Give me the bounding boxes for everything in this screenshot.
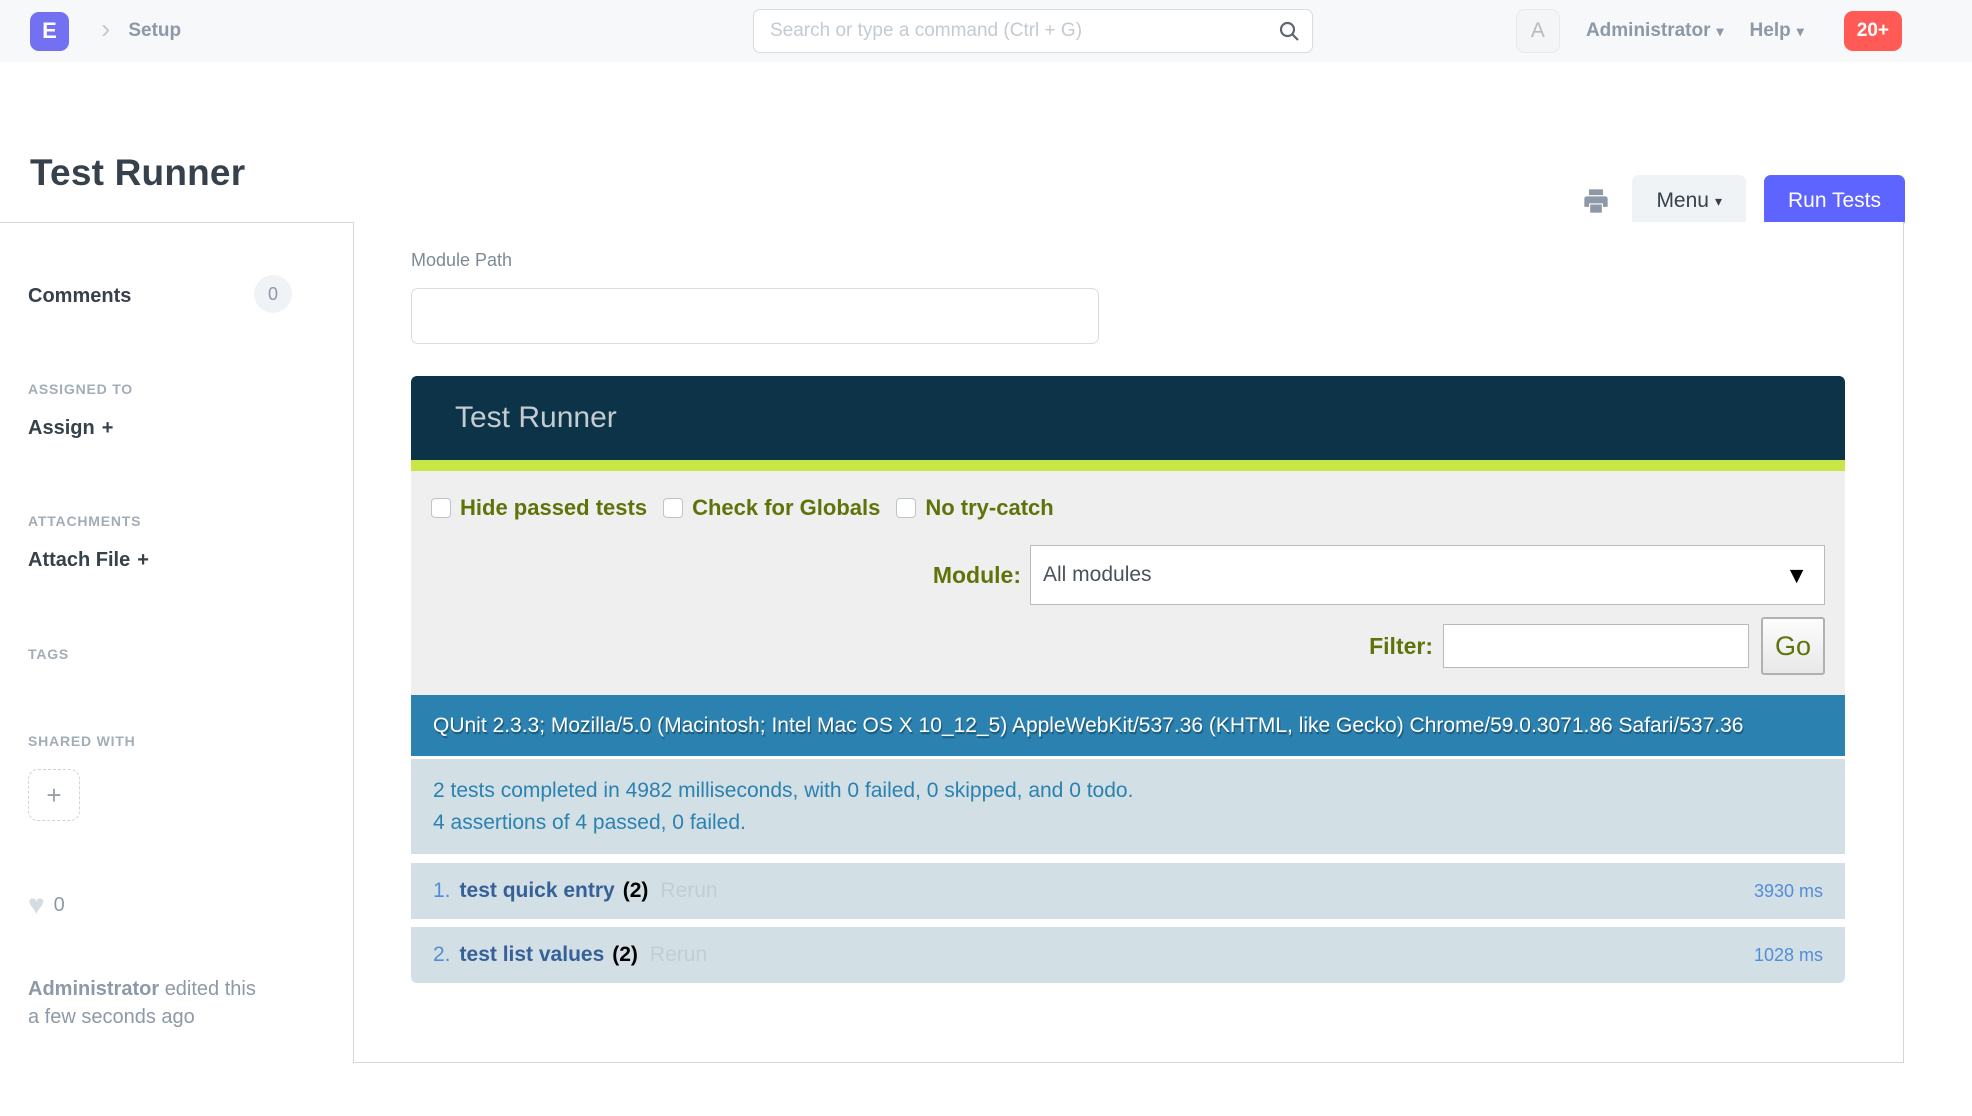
test-row: 2. test list values (2) Rerun 1028 ms: [411, 927, 1845, 983]
print-icon[interactable]: [1578, 183, 1614, 219]
modified-time: a few seconds ago: [28, 1003, 278, 1031]
qunit-filter-row: Filter: Go: [431, 617, 1825, 675]
plus-icon: +: [102, 417, 114, 439]
like-row: ♥ 0: [28, 891, 65, 919]
test-row: 1. test quick entry (2) Rerun 3930 ms: [411, 863, 1845, 919]
modified-by-text: Administrator edited this a few seconds …: [28, 975, 278, 1032]
checkbox-label: Hide passed tests: [460, 495, 647, 521]
shared-with-heading: SHARED WITH: [28, 733, 136, 749]
check-for-globals-checkbox[interactable]: Check for Globals: [663, 495, 880, 521]
qunit-toolbar: Hide passed tests Check for Globals No t…: [411, 471, 1845, 695]
modified-by-user: Administrator: [28, 978, 159, 1000]
user-menu-label: Administrator: [1586, 20, 1711, 41]
filter-input[interactable]: [1443, 624, 1749, 668]
help-menu[interactable]: Help ▾: [1750, 20, 1804, 42]
app-logo[interactable]: E: [30, 12, 69, 51]
test-runtime: 1028 ms: [1754, 945, 1823, 966]
filter-label: Filter:: [1369, 633, 1433, 660]
checkbox[interactable]: [431, 498, 451, 518]
avatar[interactable]: A: [1516, 9, 1560, 53]
chevron-down-icon: ▾: [1715, 193, 1722, 210]
qunit-module-row: Module: All modules ▼: [431, 545, 1825, 605]
test-counts: (2): [612, 943, 638, 967]
module-path-input[interactable]: [411, 288, 1099, 344]
hide-passed-tests-checkbox[interactable]: Hide passed tests: [431, 495, 647, 521]
run-tests-button[interactable]: Run Tests: [1764, 175, 1905, 227]
assign-button[interactable]: Assign +: [28, 417, 113, 440]
global-search: [753, 9, 1313, 53]
qunit-panel: Test Runner Hide passed tests Check for …: [411, 376, 1845, 983]
page-actions: Menu ▾ Run Tests: [1578, 175, 1905, 227]
tags-heading: TAGS: [28, 646, 69, 662]
qunit-pass-banner: [411, 460, 1845, 471]
add-share-button[interactable]: +: [28, 769, 80, 821]
test-name[interactable]: test quick entry: [460, 879, 615, 903]
test-runtime: 3930 ms: [1754, 881, 1823, 902]
module-select[interactable]: All modules ▼: [1030, 545, 1825, 605]
qunit-tests: 1. test quick entry (2) Rerun 3930 ms 2.…: [411, 863, 1845, 983]
plus-icon: +: [137, 549, 149, 571]
breadcrumb[interactable]: Setup: [128, 20, 181, 42]
qunit-useragent: QUnit 2.3.3; Mozilla/5.0 (Macintosh; Int…: [411, 695, 1845, 756]
heart-icon[interactable]: ♥: [28, 891, 45, 919]
top-navbar: E › Setup A Administrator ▾ Help ▾ 20+: [0, 0, 1972, 63]
checkbox-label: No try-catch: [925, 495, 1053, 521]
module-label: Module:: [933, 562, 1021, 589]
user-menu[interactable]: Administrator ▾: [1586, 20, 1724, 42]
modified-action: edited this: [165, 978, 256, 1000]
attach-file-button[interactable]: Attach File +: [28, 549, 149, 572]
checkbox[interactable]: [663, 498, 683, 518]
attachments-heading: ATTACHMENTS: [28, 513, 141, 529]
test-counts: (2): [623, 879, 649, 903]
search-input[interactable]: [753, 9, 1313, 53]
checkbox[interactable]: [896, 498, 916, 518]
rerun-link[interactable]: Rerun: [650, 943, 707, 967]
test-index: 1.: [433, 879, 451, 903]
page-header: Test Runner Menu▾ Run Tests: [0, 62, 1972, 222]
module-select-value: All modules: [1031, 563, 1785, 587]
form-sidebar: Comments 0 ASSIGNED TO Assign + ATTACHMEN…: [0, 222, 353, 1116]
chevron-down-icon: ▾: [1717, 23, 1724, 39]
attach-file-label: Attach File: [28, 549, 130, 571]
go-button[interactable]: Go: [1761, 617, 1825, 675]
menu-button-label: Menu: [1656, 189, 1709, 213]
comments-count-badge: 0: [254, 275, 292, 313]
checkbox-label: Check for Globals: [692, 495, 880, 521]
breadcrumb-chevron-icon: ›: [101, 15, 110, 43]
select-arrow-icon: ▼: [1785, 562, 1824, 589]
search-icon: [1277, 19, 1301, 48]
app-window: E › Setup A Administrator ▾ Help ▾ 20+: [0, 0, 1972, 1116]
test-name[interactable]: test list values: [460, 943, 605, 967]
assign-label: Assign: [28, 417, 95, 439]
sidebar-item-comments[interactable]: Comments: [28, 285, 131, 308]
page-title: Test Runner: [30, 152, 245, 194]
qunit-testresult-line1: 2 tests completed in 4982 milliseconds, …: [433, 775, 1823, 807]
qunit-testresult: 2 tests completed in 4982 milliseconds, …: [411, 759, 1845, 854]
chevron-down-icon: ▾: [1797, 23, 1804, 39]
navbar-right: A Administrator ▾ Help ▾ 20+: [1516, 0, 1902, 62]
no-try-catch-checkbox[interactable]: No try-catch: [896, 495, 1053, 521]
test-index: 2.: [433, 943, 451, 967]
qunit-testresult-line2: 4 assertions of 4 passed, 0 failed.: [433, 807, 1823, 839]
menu-button[interactable]: Menu ▾: [1632, 175, 1746, 227]
like-count: 0: [54, 894, 65, 917]
notifications-badge[interactable]: 20+: [1844, 11, 1902, 51]
module-path-label: Module Path: [411, 250, 512, 271]
rerun-link[interactable]: Rerun: [660, 879, 717, 903]
help-menu-label: Help: [1750, 20, 1791, 41]
qunit-header: Test Runner: [411, 376, 1845, 460]
form-body: Module Path Test Runner Hide passed test…: [353, 222, 1904, 1063]
navbar-left: E › Setup: [30, 0, 181, 62]
qunit-toolbar-checkboxes: Hide passed tests Check for Globals No t…: [431, 495, 1825, 521]
assigned-to-heading: ASSIGNED TO: [28, 381, 133, 397]
